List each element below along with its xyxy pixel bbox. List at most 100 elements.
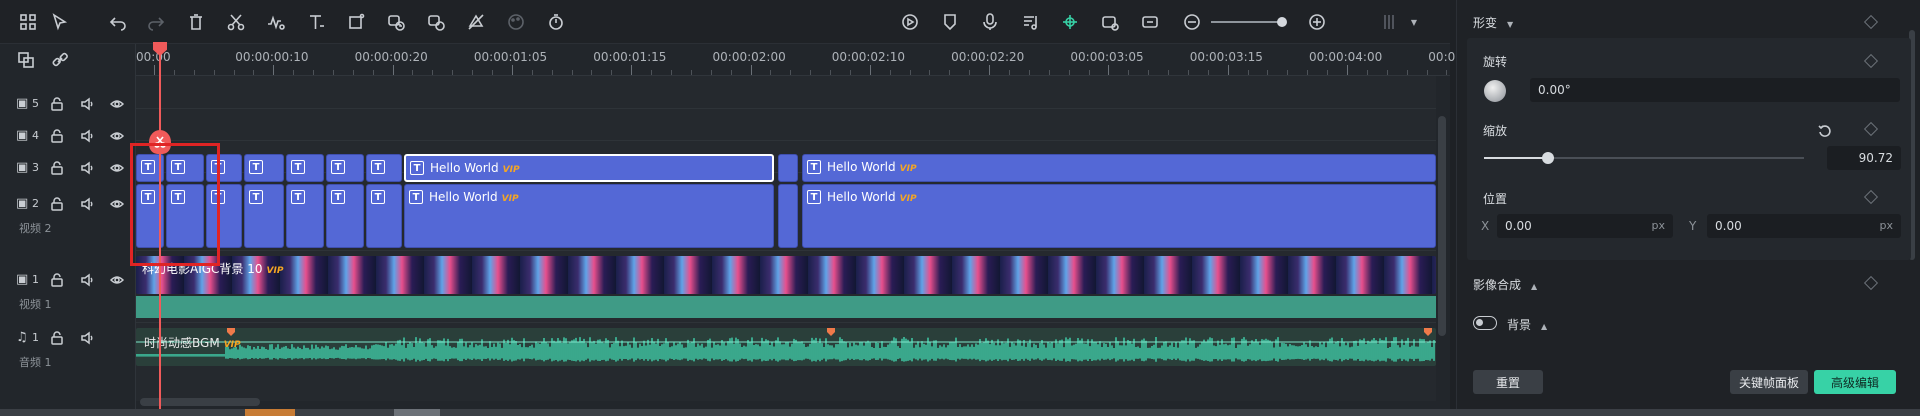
text-clip[interactable]	[778, 184, 798, 248]
eye-icon[interactable]	[109, 96, 125, 110]
text-clip[interactable]: T	[326, 154, 364, 182]
lock-icon[interactable]	[50, 330, 64, 345]
text-clip[interactable]: T	[244, 154, 284, 182]
rotate-keyframe-icon[interactable]	[1863, 53, 1879, 69]
speed-icon[interactable]	[384, 10, 408, 34]
ruler-subtick	[889, 70, 891, 75]
caret-up-icon: ▲	[1541, 322, 1548, 331]
eye-icon[interactable]	[109, 272, 125, 286]
keyframe-panel-button[interactable]: 关键帧面板	[1730, 370, 1808, 394]
text-clip[interactable]: T	[366, 184, 402, 248]
eye-icon[interactable]	[109, 160, 125, 174]
cut-icon[interactable]	[224, 10, 248, 34]
horizontal-scrollbar[interactable]	[140, 398, 260, 406]
ruler-subtick	[849, 70, 851, 75]
text-clip[interactable]: T	[244, 184, 284, 248]
ruler-subtick	[1366, 70, 1368, 75]
text-clip[interactable]	[778, 154, 798, 182]
layout-icon[interactable]	[16, 10, 40, 34]
ruler-subtick	[591, 70, 593, 75]
chevron-down-icon[interactable]: ▼	[1402, 10, 1426, 34]
audio-beat-icon[interactable]	[264, 10, 288, 34]
audio-clip[interactable]: 时尚动感BGM VIP	[136, 328, 1436, 366]
lock-icon[interactable]	[50, 160, 64, 175]
rotate-dial[interactable]	[1484, 80, 1506, 102]
speaker-icon[interactable]	[80, 96, 94, 111]
zoom-slider-track[interactable]	[1211, 21, 1285, 23]
grid-icon[interactable]	[1378, 10, 1402, 34]
scale-input[interactable]: 90.72	[1827, 146, 1901, 170]
zoom-in-icon[interactable]	[1305, 10, 1329, 34]
speaker-icon[interactable]	[80, 160, 94, 175]
ruler-time-label: 00:00:02:00	[712, 50, 786, 64]
text-clip[interactable]: T Hello World VIP	[802, 184, 1436, 248]
timeline-ruler[interactable]: 00:00 00:00:00:10 00:00:00:20 00:00:01:05 00…	[136, 44, 1468, 76]
delete-icon[interactable]	[184, 10, 208, 34]
eye-icon[interactable]	[109, 128, 125, 142]
reset-button[interactable]: 重置	[1473, 370, 1543, 394]
track-name: 音频 1	[19, 356, 52, 369]
text-clip[interactable]: T Hello World VIP	[802, 154, 1436, 182]
select-arrow-icon[interactable]	[48, 10, 72, 34]
speaker-icon[interactable]	[80, 196, 94, 211]
music-note-icon[interactable]	[1018, 10, 1042, 34]
lock-icon[interactable]	[50, 196, 64, 211]
timeline-tracks[interactable]: T T T T T T T T Hello World VIP T Hello World VIP T T T…	[136, 76, 1436, 401]
text-clip[interactable]: T	[286, 154, 324, 182]
ruler-subtick	[790, 70, 792, 75]
text-clip[interactable]: T	[286, 184, 324, 248]
snapshot-icon[interactable]	[1098, 10, 1122, 34]
background-toggle[interactable]	[1473, 316, 1497, 330]
text-clip[interactable]: T	[326, 184, 364, 248]
video-track-icon: ▣	[16, 96, 29, 111]
position-keyframe-icon[interactable]	[1863, 189, 1879, 205]
ai-split-icon[interactable]	[1058, 10, 1082, 34]
redo-icon[interactable]	[144, 10, 168, 34]
color-match-icon[interactable]	[424, 10, 448, 34]
undo-icon[interactable]	[106, 10, 130, 34]
add-track-icon[interactable]	[14, 48, 38, 72]
timer-icon[interactable]	[544, 10, 568, 34]
position-y-input[interactable]: 0.00 px	[1707, 214, 1901, 238]
eye-icon[interactable]	[109, 196, 125, 210]
zoom-out-icon[interactable]	[1180, 10, 1204, 34]
ruler-subtick	[173, 70, 175, 75]
text-clip[interactable]: T	[366, 154, 402, 182]
compositing-section-header[interactable]: 影像合成 ▲	[1473, 276, 1537, 293]
vertical-scrollbar[interactable]	[1438, 116, 1446, 336]
text-clip[interactable]: T Hello World VIP	[404, 184, 774, 248]
zoom-slider-handle[interactable]	[1277, 17, 1287, 27]
mic-icon[interactable]	[978, 10, 1002, 34]
lock-icon[interactable]	[50, 272, 64, 287]
text-clip-icon: T	[807, 160, 821, 174]
background-section-header[interactable]: 背景 ▲	[1507, 316, 1547, 333]
shield-icon[interactable]	[938, 10, 962, 34]
ruler-time-label: 00:00:01:05	[473, 50, 548, 64]
text-icon[interactable]	[304, 10, 328, 34]
reset-scale-icon[interactable]	[1818, 123, 1832, 137]
selected-text-clip[interactable]: T Hello World VIP	[404, 154, 774, 182]
speaker-icon[interactable]	[80, 128, 94, 143]
crop-icon[interactable]	[344, 10, 368, 34]
fit-icon[interactable]	[1138, 10, 1162, 34]
keyframe-diamond-icon[interactable]	[1863, 14, 1879, 30]
render-icon[interactable]	[898, 10, 922, 34]
scale-keyframe-icon[interactable]	[1863, 121, 1879, 137]
lock-icon[interactable]	[50, 128, 64, 143]
ruler-subtick	[1008, 70, 1010, 75]
rotate-input[interactable]: 0.00°	[1530, 78, 1900, 102]
text-clip-icon: T	[807, 190, 821, 204]
compositing-keyframe-icon[interactable]	[1863, 275, 1879, 291]
speaker-icon[interactable]	[80, 330, 94, 345]
video-clip[interactable]: 科幻电影AIGC背景 10 VIP	[136, 256, 1436, 294]
scale-slider-handle[interactable]	[1542, 152, 1554, 164]
advanced-edit-button[interactable]: 高级编辑	[1814, 370, 1896, 394]
lock-icon[interactable]	[50, 96, 64, 111]
position-x-input[interactable]: 0.00 px	[1497, 214, 1673, 238]
palette-icon[interactable]	[504, 10, 528, 34]
video-clip-audio-bar[interactable]	[136, 296, 1436, 318]
link-icon[interactable]	[48, 48, 72, 72]
mask-icon[interactable]	[464, 10, 488, 34]
speaker-icon[interactable]	[80, 272, 94, 287]
transform-section-header[interactable]: 形变 ▼	[1473, 14, 1513, 31]
